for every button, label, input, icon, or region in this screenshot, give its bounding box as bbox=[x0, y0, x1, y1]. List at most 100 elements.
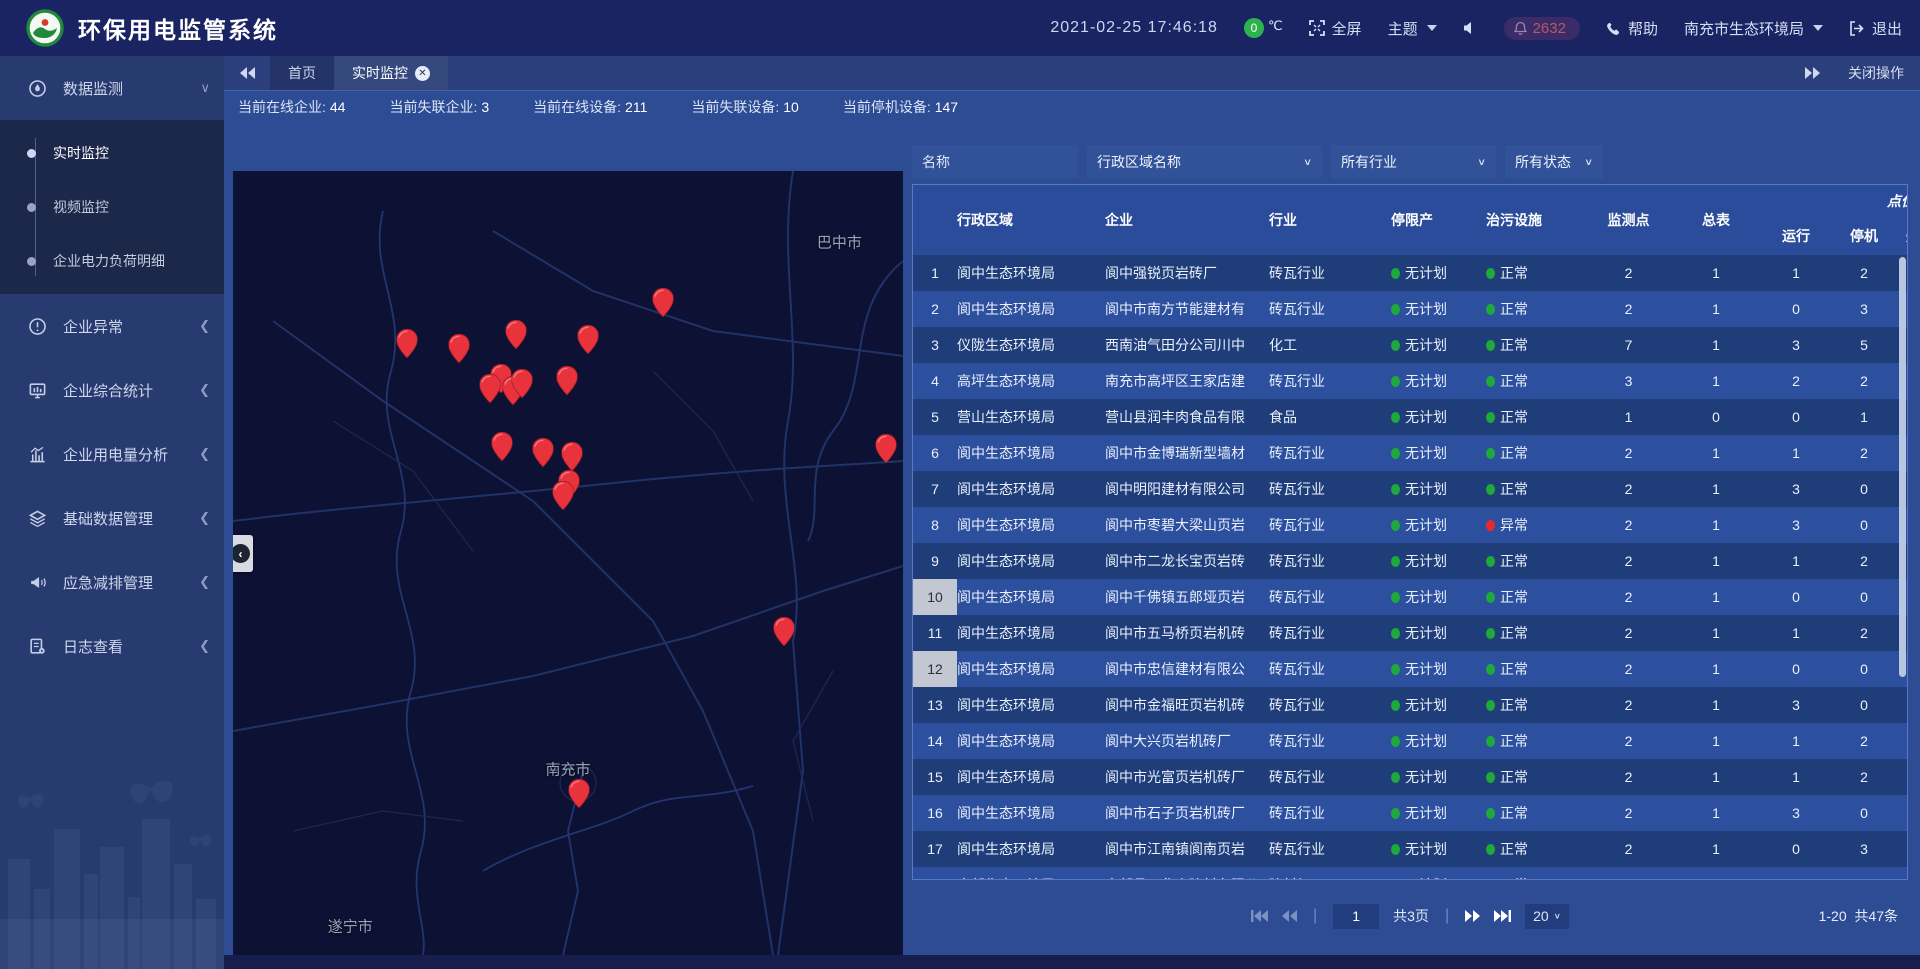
status-dot-icon bbox=[1486, 664, 1495, 675]
help-button[interactable]: 帮助 bbox=[1606, 18, 1658, 39]
sidebar-item-label: 基础数据管理 bbox=[63, 508, 199, 529]
close-operations-button[interactable]: 关闭操作 bbox=[1848, 63, 1904, 83]
table-row[interactable]: 6阆中生态环境局阆中市金博瑞新型墙材砖瓦行业无计划正常21120 bbox=[913, 435, 1907, 471]
sound-toggle[interactable] bbox=[1463, 21, 1478, 35]
sidebar-item-日志查看[interactable]: 日志查看❮ bbox=[0, 614, 224, 678]
chevron-left-icon: ❮ bbox=[199, 382, 210, 398]
cell-pollution-facility: 异常 bbox=[1486, 515, 1581, 535]
sidebar-item-基础数据管理[interactable]: 基础数据管理❮ bbox=[0, 486, 224, 550]
theme-dropdown[interactable]: 主题 bbox=[1388, 18, 1437, 39]
table-scrollbar[interactable] bbox=[1899, 257, 1906, 877]
first-page-button[interactable] bbox=[1251, 910, 1268, 922]
help-label: 帮助 bbox=[1628, 18, 1658, 39]
enterprise-table: 行政区域企业行业停限产治污设施监测点总表点位状态运行停机失联 1阆中生态环境局阆… bbox=[912, 184, 1908, 880]
page-size-select[interactable]: 20 ∨ bbox=[1525, 904, 1569, 929]
cell-total-meters: 1 bbox=[1676, 481, 1756, 497]
app-root: 环保用电监管系统 2021-02-25 17:46:18 0 ℃ 全屏 主题 bbox=[0, 0, 1920, 969]
sidebar-item-应急减排管理[interactable]: 应急减排管理❮ bbox=[0, 550, 224, 614]
column-header: 停限产 bbox=[1391, 185, 1486, 255]
status-filter-dropdown[interactable]: 所有状态 ∨ bbox=[1505, 145, 1603, 178]
cell-region: 阆中生态环境局 bbox=[957, 551, 1105, 571]
notification-badge[interactable]: 2632 bbox=[1504, 17, 1580, 40]
map-pin-icon[interactable] bbox=[553, 481, 574, 510]
last-page-button[interactable] bbox=[1494, 910, 1511, 922]
cell-monitor-points: 2 bbox=[1581, 589, 1676, 605]
map-pin-icon[interactable] bbox=[449, 334, 470, 363]
cell-monitor-points: 2 bbox=[1581, 697, 1676, 713]
table-row[interactable]: 17阆中生态环境局阆中市江南镇阆南页岩砖瓦行业无计划正常21030 bbox=[913, 831, 1907, 867]
cell-total-meters: 1 bbox=[1676, 553, 1756, 569]
next-page-button[interactable] bbox=[1465, 910, 1480, 922]
table-row[interactable]: 12阆中生态环境局阆中市忠信建材有限公砖瓦行业无计划正常21003 bbox=[913, 651, 1907, 687]
cell-region: 阆中生态环境局 bbox=[957, 659, 1105, 679]
cell-production-limit: 无计划 bbox=[1391, 803, 1486, 823]
prev-page-button[interactable] bbox=[1282, 910, 1297, 922]
map-pin-icon[interactable] bbox=[512, 369, 533, 398]
map-panel[interactable]: 巴中市南充市遂宁市 ‹ bbox=[233, 171, 903, 955]
table-row[interactable]: 3仪陇生态环境局西南油气田分公司川中化工无计划正常71350 bbox=[913, 327, 1907, 363]
table-row[interactable]: 8阆中生态环境局阆中市枣碧大梁山页岩砖瓦行业无计划异常21300 bbox=[913, 507, 1907, 543]
table-row[interactable]: 1阆中生态环境局阆中强锐页岩砖厂砖瓦行业无计划正常21120 bbox=[913, 255, 1907, 291]
name-filter-input[interactable] bbox=[922, 154, 1068, 170]
chevron-left-icon: ❮ bbox=[199, 446, 210, 462]
filter-bar: 行政区域名称 ∨ 所有行业 ∨ 所有状态 ∨ bbox=[912, 145, 1908, 178]
column-header: 总表 bbox=[1676, 185, 1756, 255]
map-pin-icon[interactable] bbox=[479, 374, 500, 403]
map-pin-icon[interactable] bbox=[578, 325, 599, 354]
tab-close-icon[interactable]: ✕ bbox=[415, 66, 430, 81]
map-pin-icon[interactable] bbox=[562, 442, 583, 471]
org-dropdown[interactable]: 南充市生态环境局 bbox=[1684, 18, 1823, 39]
map-pin-icon[interactable] bbox=[875, 434, 896, 463]
sidebar-item-企业综合统计[interactable]: 企业综合统计❮ bbox=[0, 358, 224, 422]
sidebar-group-3: 企业用电量分析❮ bbox=[0, 422, 224, 486]
sidebar-item-数据监测[interactable]: 数据监测∨ bbox=[0, 56, 224, 120]
map-pin-icon[interactable] bbox=[397, 329, 418, 358]
sidebar-subitem-企业电力负荷明细[interactable]: 企业电力负荷明细 bbox=[0, 234, 224, 288]
cell-pollution-facility: 正常 bbox=[1486, 767, 1581, 787]
map-pin-icon[interactable] bbox=[774, 617, 795, 646]
stat-label: 当前在线设备: bbox=[533, 99, 621, 115]
fullscreen-button[interactable]: 全屏 bbox=[1309, 18, 1362, 39]
map-pin-icon[interactable] bbox=[653, 288, 674, 317]
tabs-scroll-left-button[interactable] bbox=[240, 67, 256, 79]
map-city-label-遂宁市: 遂宁市 bbox=[328, 915, 373, 936]
table-row[interactable]: 16阆中生态环境局阆中市石子页岩机砖厂砖瓦行业无计划正常21300 bbox=[913, 795, 1907, 831]
tab-首页[interactable]: 首页 bbox=[270, 56, 334, 90]
table-row[interactable]: 2阆中生态环境局阆中市南方节能建材有砖瓦行业无计划正常21030 bbox=[913, 291, 1907, 327]
table-row[interactable]: 11阆中生态环境局阆中市五马桥页岩机砖砖瓦行业无计划正常21120 bbox=[913, 615, 1907, 651]
table-row[interactable]: 4高坪生态环境局南充市高坪区王家店建砖瓦行业无计划正常31220 bbox=[913, 363, 1907, 399]
sidebar-item-企业用电量分析[interactable]: 企业用电量分析❮ bbox=[0, 422, 224, 486]
content-area: 首页实时监控✕ 关闭操作 当前在线企业:44当前失联企业:3当前在线设备:211… bbox=[224, 56, 1920, 969]
map-collapse-button[interactable]: ‹ bbox=[233, 535, 253, 572]
table-row[interactable]: 15阆中生态环境局阆中市光富页岩机砖厂砖瓦行业无计划正常21120 bbox=[913, 759, 1907, 795]
table-row[interactable]: 7阆中生态环境局阆中明阳建材有限公司砖瓦行业无计划正常21300 bbox=[913, 471, 1907, 507]
status-dot-icon bbox=[1486, 304, 1495, 315]
sidebar-item-企业异常[interactable]: 企业异常❮ bbox=[0, 294, 224, 358]
cell-region: 阆中生态环境局 bbox=[957, 587, 1105, 607]
table-row[interactable]: 14阆中生态环境局阆中大兴页岩机砖厂砖瓦行业无计划正常21120 bbox=[913, 723, 1907, 759]
map-pin-icon[interactable] bbox=[505, 320, 526, 349]
tab-label: 首页 bbox=[288, 63, 316, 83]
region-filter-dropdown[interactable]: 行政区域名称 ∨ bbox=[1087, 145, 1322, 178]
sidebar-subitem-视频监控[interactable]: 视频监控 bbox=[0, 180, 224, 234]
sidebar-subitem-实时监控[interactable]: 实时监控 bbox=[0, 126, 224, 180]
map-pin-icon[interactable] bbox=[492, 432, 513, 461]
map-pin-icon[interactable] bbox=[533, 438, 554, 467]
name-filter-input-box[interactable] bbox=[912, 145, 1078, 178]
stat-value: 3 bbox=[481, 99, 489, 115]
page-number-input[interactable] bbox=[1333, 904, 1379, 929]
map-pin-icon[interactable] bbox=[557, 366, 578, 395]
tab-实时监控[interactable]: 实时监控✕ bbox=[334, 56, 448, 90]
table-row[interactable]: 9阆中生态环境局阆中市二龙长宝页岩砖砖瓦行业无计划正常21120 bbox=[913, 543, 1907, 579]
table-row[interactable]: 13阆中生态环境局阆中市金福旺页岩机砖砖瓦行业无计划正常21300 bbox=[913, 687, 1907, 723]
table-row[interactable]: 5营山生态环境局营山县润丰肉食品有限食品无计划正常10010 bbox=[913, 399, 1907, 435]
stat-当前在线企业: 当前在线企业:44 bbox=[238, 97, 345, 117]
industry-filter-dropdown[interactable]: 所有行业 ∨ bbox=[1331, 145, 1496, 178]
table-row[interactable]: 18南部生态环境局南部县双华山建材有限公建材加工无计划正常52050 bbox=[913, 867, 1907, 880]
tabs-scroll-right-button[interactable] bbox=[1804, 67, 1820, 79]
table-row[interactable]: 10阆中生态环境局阆中千佛镇五郎垭页岩砖瓦行业无计划正常21003 bbox=[913, 579, 1907, 615]
status-dot-icon bbox=[1391, 736, 1400, 747]
cell-company: 阆中市江南镇阆南页岩 bbox=[1105, 839, 1269, 859]
logout-button[interactable]: 退出 bbox=[1849, 18, 1902, 39]
map-pin-icon[interactable] bbox=[569, 779, 590, 808]
